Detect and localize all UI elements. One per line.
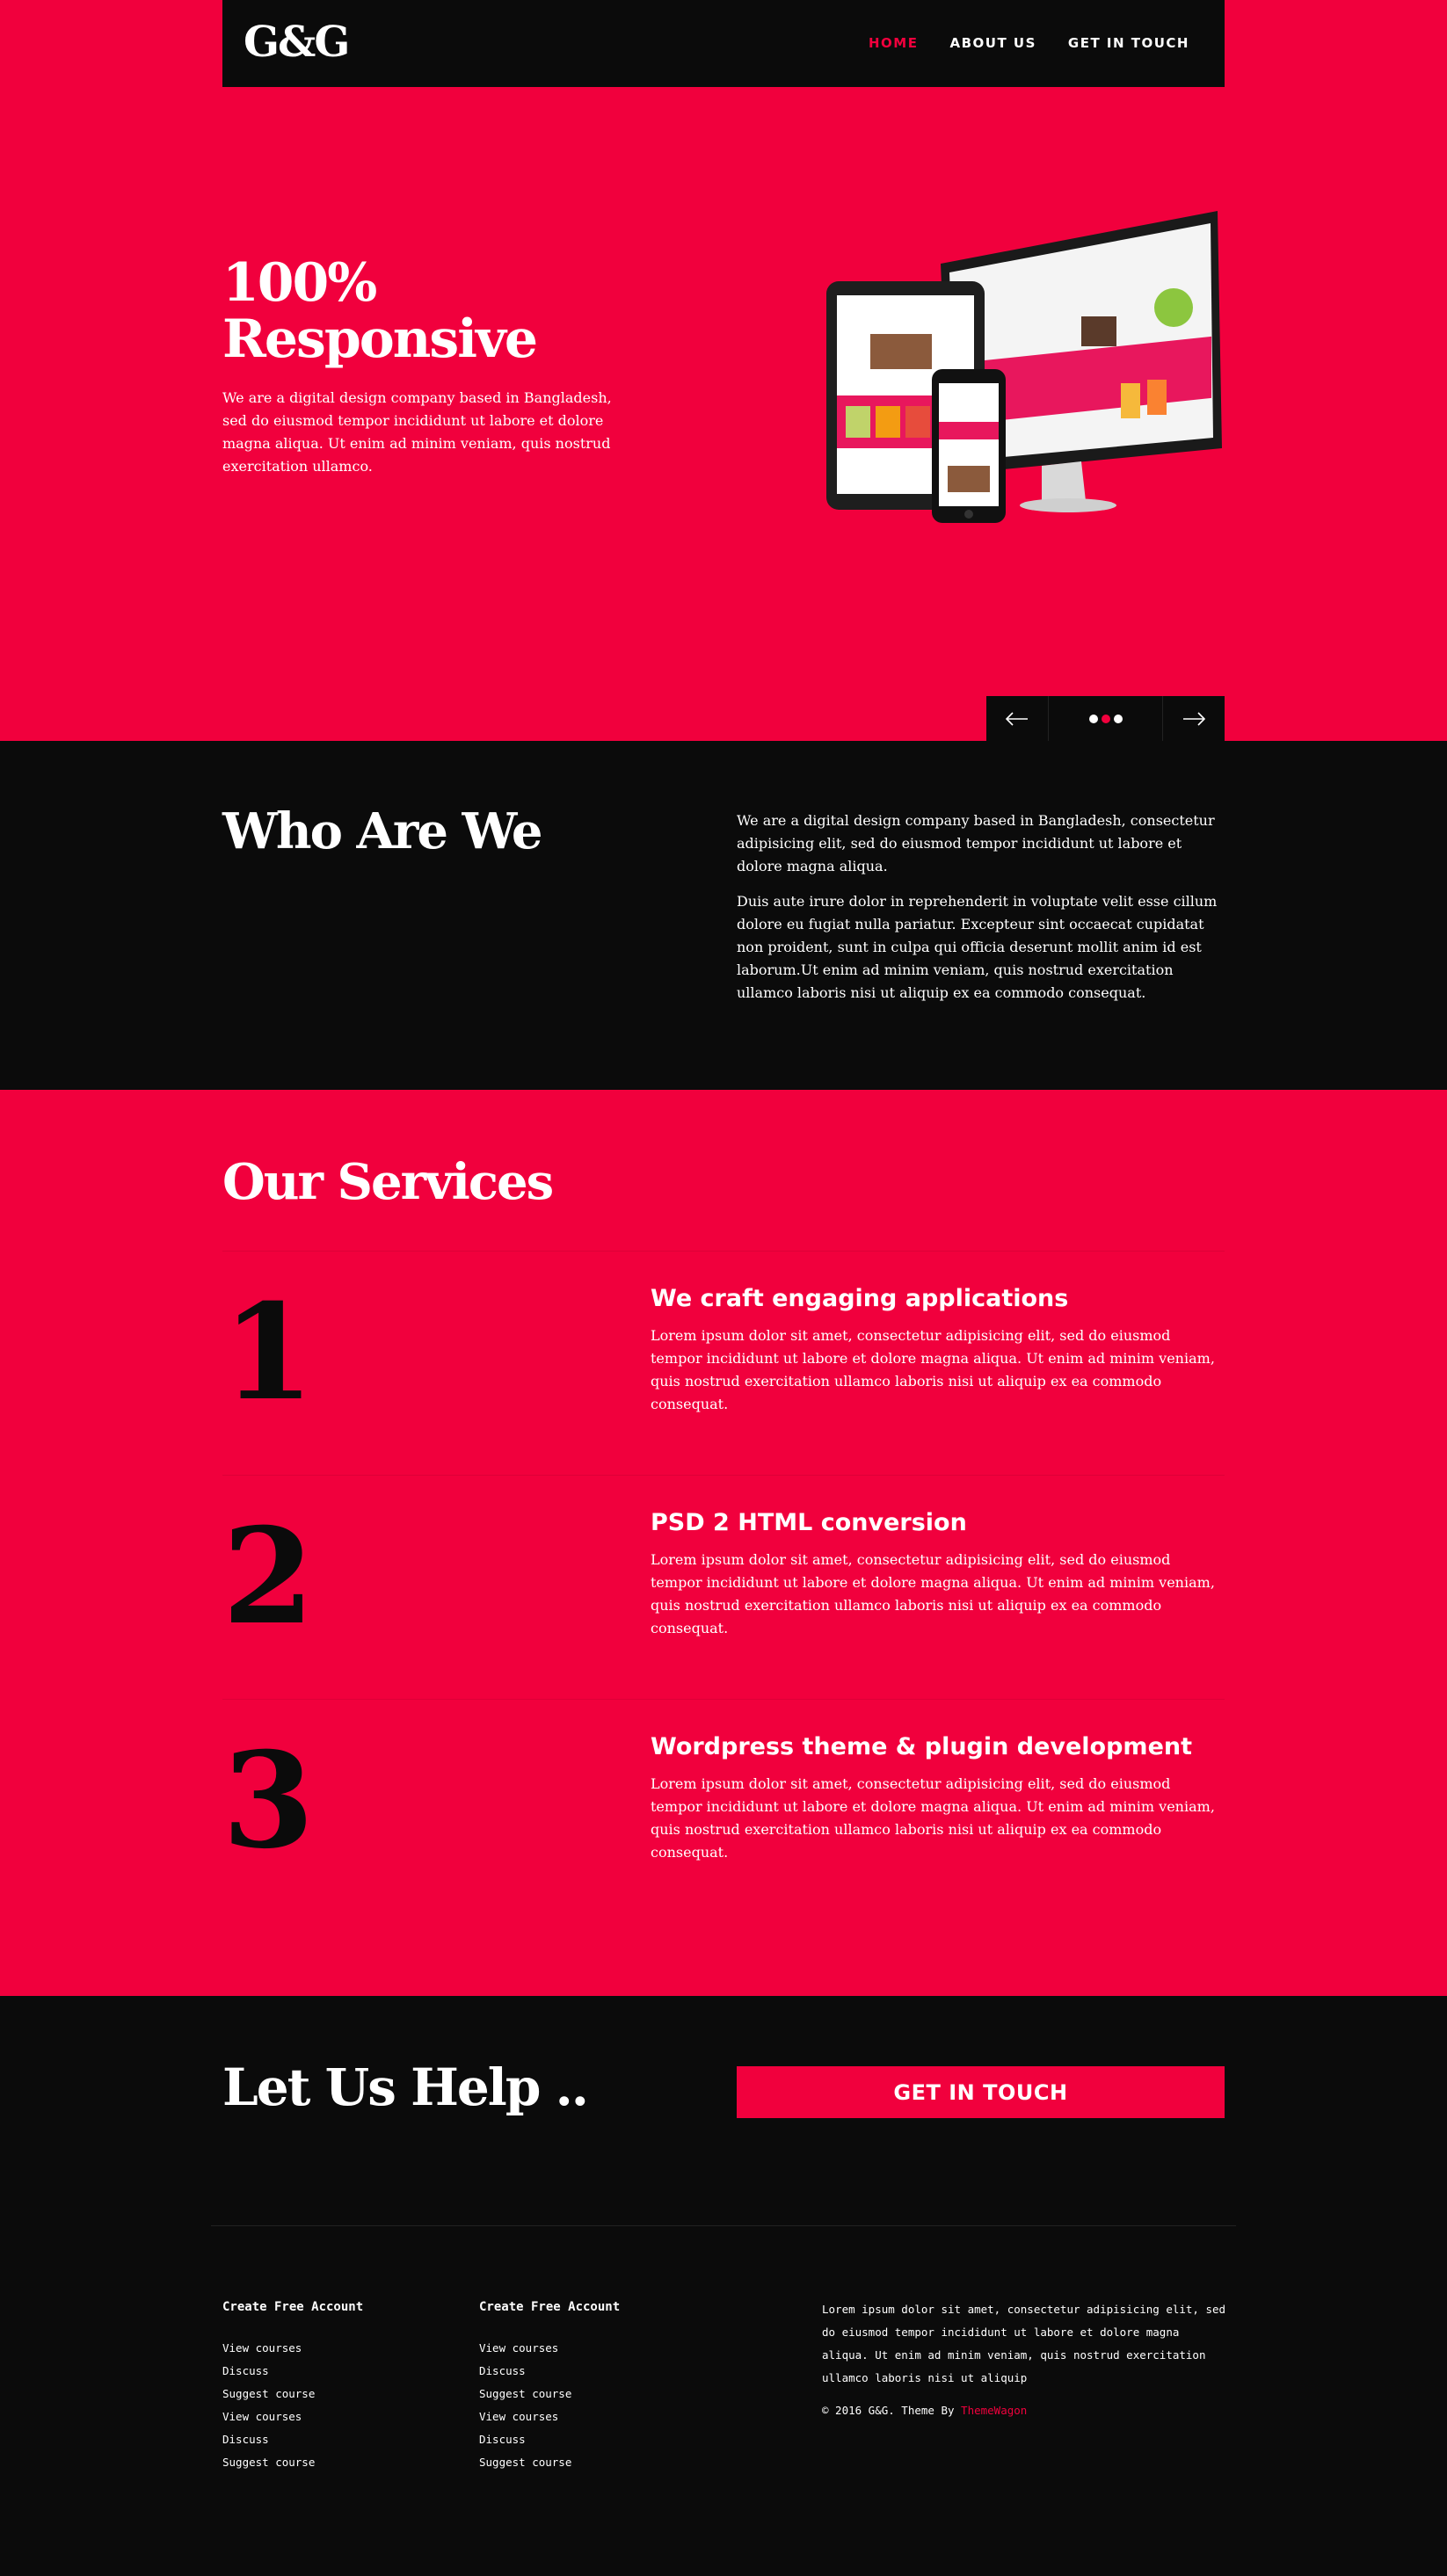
- who-paragraph-1: We are a digital design company based in…: [737, 812, 1215, 874]
- service-title: PSD 2 HTML conversion: [651, 1509, 967, 1536]
- footer-column-2: Create Free Account View courses Discuss…: [479, 2300, 620, 2474]
- top-navbar: G&G HOME ABOUT US GET IN TOUCH: [222, 0, 1225, 87]
- who-text: We are a digital design company based in…: [737, 809, 1225, 1017]
- slider-dot-3[interactable]: [1113, 714, 1123, 723]
- slider-dot-1[interactable]: [1088, 714, 1098, 723]
- service-content: Wordpress theme & plugin development Lor…: [651, 1733, 1225, 1864]
- service-number: 3: [222, 1723, 315, 1878]
- help-title: Let Us Help ..: [222, 2057, 589, 2117]
- hero-section: G&G HOME ABOUT US GET IN TOUCH 100% Resp…: [0, 0, 1447, 741]
- hero-title-line2: Responsive: [222, 308, 538, 370]
- devices-illustration: [826, 211, 1222, 523]
- footer-link[interactable]: Suggest course: [222, 2383, 363, 2405]
- service-content: PSD 2 HTML conversion Lorem ipsum dolor …: [651, 1509, 1225, 1640]
- site-logo[interactable]: G&G: [244, 18, 350, 67]
- service-item: 2 PSD 2 HTML conversion Lorem ipsum dolo…: [222, 1475, 1225, 1700]
- hero-title: 100% Responsive: [222, 255, 680, 367]
- slider-prev-button[interactable]: [986, 696, 1048, 741]
- services-section: Our Services 1 We craft engaging applica…: [0, 1090, 1447, 1996]
- copyright-text: © 2016 G&G. Theme By: [822, 2404, 955, 2417]
- services-title: Our Services: [222, 1153, 554, 1211]
- site-footer: Create Free Account View courses Discuss…: [0, 2226, 1447, 2576]
- nav-about-us[interactable]: ABOUT US: [949, 35, 1036, 51]
- arrow-left-icon: [1006, 711, 1028, 726]
- slider-dot-2[interactable]: [1101, 714, 1110, 723]
- service-item: 3 Wordpress theme & plugin development L…: [222, 1699, 1225, 1924]
- arrow-right-icon: [1183, 711, 1205, 726]
- service-number: 1: [222, 1275, 315, 1430]
- service-content: We craft engaging applications Lorem ips…: [651, 1285, 1225, 1416]
- service-text: Lorem ipsum dolor sit amet, consectetur …: [651, 1327, 1215, 1412]
- footer-column-1: Create Free Account View courses Discuss…: [222, 2300, 363, 2474]
- footer-link[interactable]: Discuss: [222, 2360, 363, 2383]
- nav-home[interactable]: HOME: [869, 35, 918, 51]
- get-in-touch-button[interactable]: GET IN TOUCH: [737, 2066, 1225, 2118]
- service-text: Lorem ipsum dolor sit amet, consectetur …: [651, 1775, 1215, 1861]
- footer-link[interactable]: View courses: [479, 2405, 620, 2428]
- footer-link[interactable]: Suggest course: [479, 2451, 620, 2474]
- slider-next-button[interactable]: [1163, 696, 1225, 741]
- footer-link[interactable]: View courses: [222, 2337, 363, 2360]
- hero-title-line1: 100%: [222, 252, 377, 314]
- footer-link[interactable]: Discuss: [222, 2428, 363, 2451]
- hero-text: We are a digital design company based in…: [222, 389, 612, 475]
- footer-link[interactable]: Suggest course: [479, 2383, 620, 2405]
- service-text: Lorem ipsum dolor sit amet, consectetur …: [651, 1551, 1215, 1636]
- footer-link[interactable]: Discuss: [479, 2428, 620, 2451]
- main-nav: HOME ABOUT US GET IN TOUCH: [869, 35, 1189, 51]
- service-item: 1 We craft engaging applications Lorem i…: [222, 1251, 1225, 1476]
- footer-link[interactable]: View courses: [222, 2405, 363, 2428]
- footer-link[interactable]: Suggest course: [222, 2451, 363, 2474]
- service-number: 2: [222, 1499, 315, 1654]
- nav-get-in-touch[interactable]: GET IN TOUCH: [1068, 35, 1189, 51]
- who-paragraph-2: Duis aute irure dolor in reprehenderit i…: [737, 893, 1218, 1001]
- slider-controls: [986, 696, 1225, 741]
- phone-image: [932, 369, 1006, 523]
- footer-column-title: Create Free Account: [222, 2300, 364, 2314]
- help-section: Let Us Help .. GET IN TOUCH: [0, 1996, 1447, 2224]
- footer-about-text: Lorem ipsum dolor sit amet, consectetur …: [822, 2303, 1226, 2384]
- footer-column-title: Create Free Account: [479, 2300, 621, 2314]
- footer-link[interactable]: View courses: [479, 2337, 620, 2360]
- footer-link[interactable]: Discuss: [479, 2360, 620, 2383]
- footer-copyright: © 2016 G&G. Theme By ThemeWagon: [822, 2404, 1226, 2417]
- footer-about: Lorem ipsum dolor sit amet, consectetur …: [822, 2298, 1226, 2417]
- themewagon-link[interactable]: ThemeWagon: [961, 2404, 1027, 2417]
- slider-dots: [1048, 696, 1163, 741]
- who-title: Who Are We: [222, 802, 542, 860]
- service-title: Wordpress theme & plugin development: [651, 1733, 1193, 1760]
- who-section: Who Are We We are a digital design compa…: [0, 741, 1447, 1090]
- service-title: We craft engaging applications: [651, 1285, 1069, 1312]
